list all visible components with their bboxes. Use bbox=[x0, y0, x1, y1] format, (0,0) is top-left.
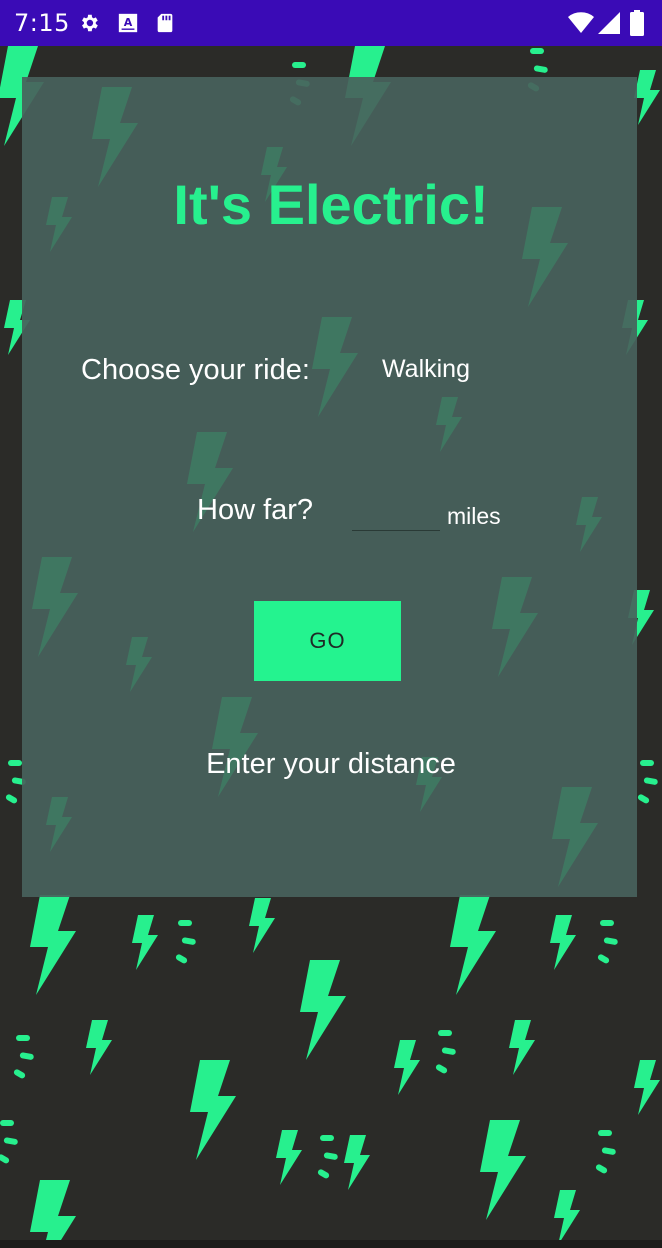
wifi-icon bbox=[568, 12, 594, 33]
distance-label: How far? bbox=[197, 494, 314, 526]
ride-label: Choose your ride: bbox=[81, 354, 310, 386]
go-button[interactable]: GO bbox=[254, 601, 401, 681]
gear-icon bbox=[82, 14, 98, 32]
distance-input[interactable] bbox=[352, 492, 440, 531]
ride-spinner[interactable]: Walking bbox=[382, 355, 470, 384]
battery-icon bbox=[630, 10, 644, 36]
status-bar: 7:15 A bbox=[0, 0, 662, 46]
sd-card-icon bbox=[157, 13, 173, 33]
svg-text:A: A bbox=[124, 16, 133, 29]
app-title: It's Electric! bbox=[173, 173, 489, 236]
navigation-bar bbox=[0, 1240, 662, 1248]
status-time: 7:15 bbox=[14, 9, 70, 37]
result-text: Enter your distance bbox=[206, 748, 456, 780]
signal-icon bbox=[598, 12, 620, 34]
a-notification-icon: A bbox=[118, 13, 138, 33]
miles-unit-label: miles bbox=[447, 503, 501, 529]
